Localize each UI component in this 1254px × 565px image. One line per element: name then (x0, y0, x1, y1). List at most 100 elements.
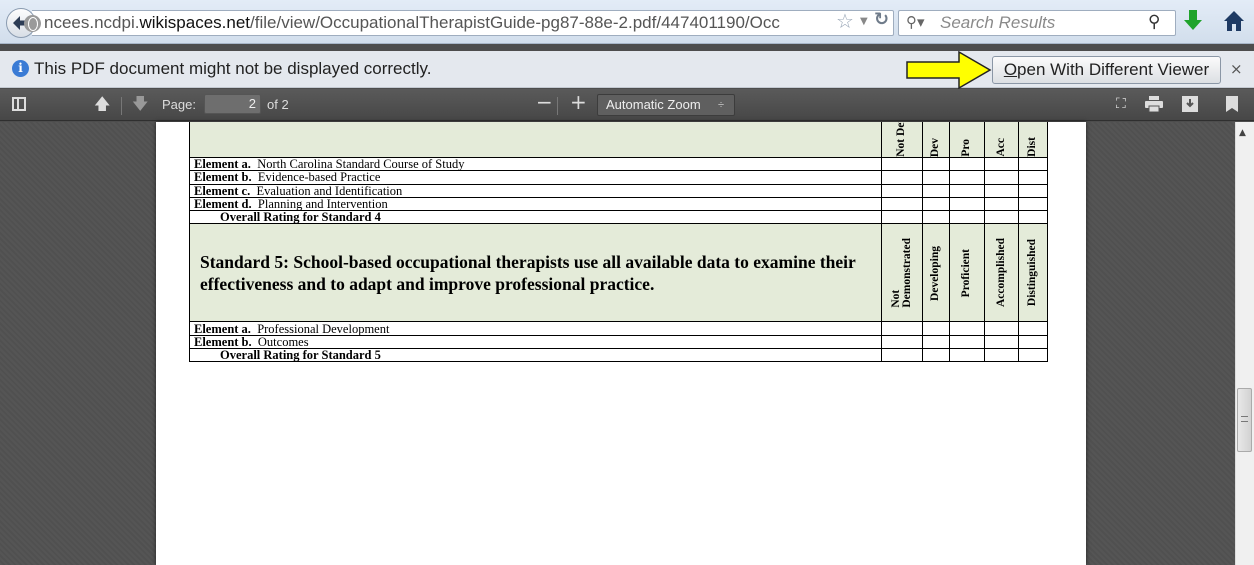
scroll-up-arrow-icon[interactable]: ▲ (1239, 128, 1246, 138)
rating-header-proficient: Proficient (960, 248, 973, 298)
rating-cell (948, 348, 985, 363)
element-label: Element b. (194, 334, 252, 349)
page-label: Page: (162, 97, 196, 112)
table-row: Element a. Professional Development (189, 321, 1049, 336)
element-label: Element a. (194, 157, 251, 172)
overall-rating-label: Overall Rating for Standard 4 (189, 210, 882, 225)
yellow-arrow-annotation (906, 50, 992, 90)
vertical-scrollbar[interactable] (1235, 122, 1254, 565)
rating-header: Acc (994, 138, 1007, 157)
rating-cell (983, 183, 1019, 198)
element-text: Professional Development (257, 321, 390, 336)
element-label: Element a. (194, 321, 251, 336)
rating-header-line: Not (889, 289, 902, 308)
element-cell: Element d. Planning and Intervention (189, 196, 882, 212)
overall-rating-label: Overall Rating for Standard 5 (189, 348, 882, 363)
rating-cell (983, 196, 1019, 212)
rating-cell (948, 210, 985, 225)
rating-cell (1017, 156, 1049, 172)
zoom-select[interactable]: Automatic Zoom (597, 94, 735, 116)
element-text: Planning and Intervention (257, 197, 388, 212)
scrollbar-grip-icon (1241, 416, 1248, 422)
page-number-input[interactable]: 2 (204, 94, 261, 114)
element-cell: Element b. Outcomes (189, 334, 882, 350)
rating-header: Pro (960, 139, 973, 157)
rating-header-cell: Developing (921, 223, 950, 323)
element-text: Evaluation and Identification (256, 183, 403, 198)
rating-header-cell: Distinguished (1017, 223, 1049, 323)
browser-window: ncees.ncdpi.wikispaces.net/file/view/Occ… (0, 0, 1254, 565)
rating-header: Dist (1026, 137, 1039, 157)
search-input[interactable]: Search Results (940, 13, 1055, 33)
rating-cell (1017, 183, 1049, 198)
rating-cell (921, 170, 950, 185)
rating-cell (921, 156, 950, 172)
reload-icon[interactable]: ↻ (874, 11, 889, 29)
rating-cell (948, 183, 985, 198)
overall-row: Overall Rating for Standard 5 (189, 348, 1049, 363)
toolbar-separator (121, 97, 122, 115)
url-text[interactable]: ncees.ncdpi.wikispaces.net/file/view/Occ… (44, 13, 814, 33)
rating-cell (880, 321, 923, 336)
rating-cell (921, 348, 950, 363)
rating-header-cell: Dist (1017, 122, 1049, 158)
info-icon: i (12, 60, 29, 77)
element-cell: Element c. Evaluation and Identification (189, 183, 882, 198)
element-cell: Element a. North Carolina Standard Cours… (189, 156, 882, 172)
rating-cell (880, 196, 923, 212)
open-with-different-viewer-button[interactable]: Open With Different Viewer (992, 56, 1221, 84)
next-page-icon[interactable]: 🡇 (132, 96, 148, 112)
rating-cell (948, 170, 985, 185)
rating-header-distinguished: Distinguished (1026, 239, 1039, 307)
url-domain: wikispaces.net (139, 13, 251, 32)
bookmark-star-icon[interactable]: ☆ (836, 11, 854, 31)
rating-cell (880, 210, 923, 225)
rating-header-developing: Developing (929, 245, 942, 301)
search-go-icon[interactable]: ⚲ (1148, 12, 1160, 32)
rating-cell (1017, 348, 1049, 363)
element-cell: Element b. Evidence-based Practice (189, 170, 882, 185)
element-text: Outcomes (257, 334, 309, 349)
rating-header-not-demonstrated: Not Demonstrated (889, 238, 913, 308)
rubric-table: Not Dem Dev Pro Acc Dist Element a. Nort… (189, 122, 1049, 363)
table-row: Element b. Outcomes (189, 334, 1049, 350)
rating-cell (1017, 170, 1049, 185)
url-dropdown-icon[interactable]: ▼ (860, 16, 868, 27)
element-label: Element b. (194, 170, 252, 185)
table-row: Element b. Evidence-based Practice (189, 170, 1049, 185)
rating-header: Not Dem (895, 122, 908, 157)
rating-cell (921, 183, 950, 198)
print-icon[interactable] (1145, 96, 1163, 112)
table-row: Element d. Planning and Intervention (189, 196, 1049, 212)
rating-header: Dev (929, 137, 942, 157)
search-engine-icon[interactable]: ⚲▾ (906, 13, 925, 31)
notification-message: This PDF document might not be displayed… (34, 59, 432, 78)
zoom-in-button[interactable]: + (570, 92, 587, 112)
rating-cell (948, 156, 985, 172)
document-bookmark-icon[interactable] (1226, 96, 1238, 112)
zoom-out-button[interactable]: − (536, 92, 553, 112)
home-icon[interactable] (1222, 8, 1246, 34)
download-pdf-icon[interactable] (1182, 96, 1198, 112)
rating-header-cell: Accomplished (983, 223, 1019, 323)
rating-cell (1017, 210, 1049, 225)
rating-header-cell: Proficient (948, 223, 985, 323)
standard5-title-cell: Standard 5: School-based occupational th… (189, 223, 882, 323)
standard5-title: Standard 5: School-based occupational th… (200, 251, 856, 294)
rating-cell (983, 348, 1019, 363)
url-prefix: ncees.ncdpi. (44, 13, 140, 32)
download-icon[interactable] (1182, 8, 1204, 34)
button-label: pen With Different Viewer (1017, 60, 1210, 79)
rating-cell (880, 334, 923, 350)
button-accesskey: O (1003, 60, 1018, 79)
rating-header-cell: Dev (921, 122, 950, 158)
element-text: North Carolina Standard Course of Study (257, 157, 465, 172)
globe-icon[interactable] (24, 15, 41, 32)
presentation-mode-icon[interactable]: ⛶ (1116, 97, 1126, 111)
rating-cell (983, 334, 1019, 350)
close-notification-icon[interactable]: × (1230, 60, 1243, 78)
rating-cell (983, 156, 1019, 172)
previous-page-icon[interactable]: 🡅 (94, 96, 110, 112)
standard4-header-row: Not Dem Dev Pro Acc Dist (189, 122, 1049, 158)
sidebar-toggle-icon[interactable] (12, 97, 26, 111)
